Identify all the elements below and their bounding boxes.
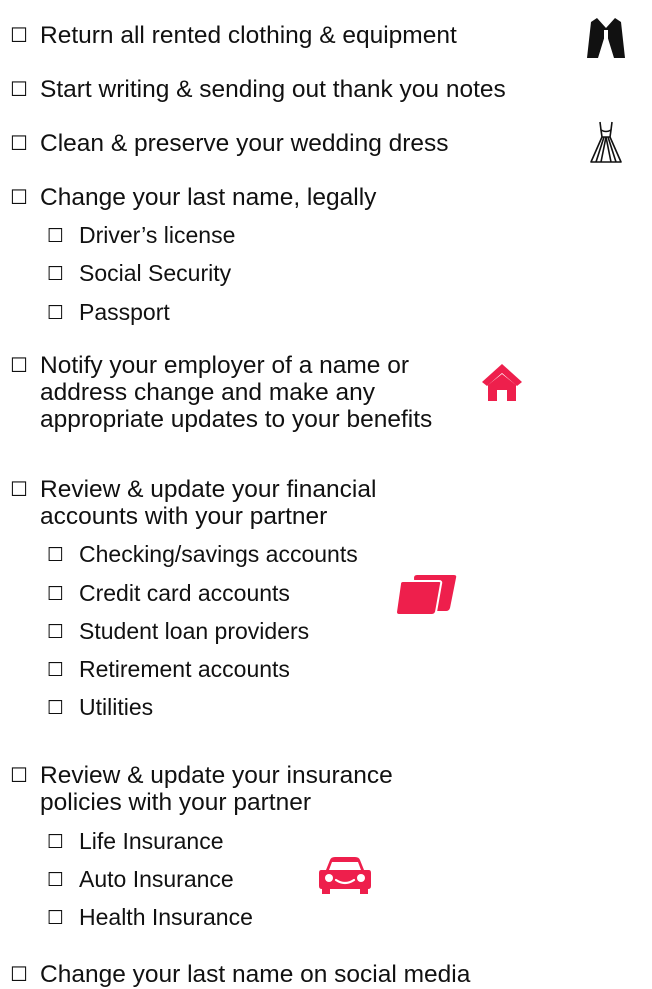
checklist-item-return-rentals[interactable]: ☐ Return all rented clothing & equipment bbox=[10, 22, 457, 50]
sub-item-utilities[interactable]: ☐ Utilities bbox=[47, 694, 153, 722]
sub-item-life-insurance[interactable]: ☐ Life Insurance bbox=[47, 828, 223, 856]
checkbox[interactable]: ☐ bbox=[47, 905, 79, 932]
wedding-dress-icon bbox=[590, 121, 622, 163]
item-label-line-1: Review & update your financial bbox=[40, 476, 377, 503]
sub-item-drivers-license[interactable]: ☐ Driver’s license bbox=[47, 222, 235, 250]
item-label: Change your last name on social media bbox=[40, 961, 471, 988]
item-label: Return all rented clothing & equipment bbox=[40, 22, 457, 49]
checkbox[interactable]: ☐ bbox=[47, 619, 79, 646]
checkbox[interactable]: ☐ bbox=[47, 581, 79, 608]
checkbox[interactable]: ☐ bbox=[10, 185, 40, 212]
checklist-item-thank-you-notes[interactable]: ☐ Start writing & sending out thank you n… bbox=[10, 76, 506, 104]
credit-cards-icon bbox=[396, 575, 457, 616]
sub-item-social-security[interactable]: ☐ Social Security bbox=[47, 260, 231, 288]
checkbox[interactable]: ☐ bbox=[47, 867, 79, 894]
item-label: Life Insurance bbox=[79, 828, 224, 854]
item-label-line-2: accounts with your partner bbox=[40, 503, 328, 530]
sub-item-credit-cards[interactable]: ☐ Credit card accounts bbox=[47, 580, 290, 608]
checkbox[interactable]: ☐ bbox=[47, 261, 79, 288]
checkbox[interactable]: ☐ bbox=[10, 962, 40, 989]
checkbox[interactable]: ☐ bbox=[10, 353, 40, 380]
item-label-line-1: Review & update your insurance bbox=[40, 762, 393, 789]
suit-jacket-icon bbox=[587, 18, 625, 58]
checklist-item-employer-notify[interactable]: ☐ Notify your employer of a name or bbox=[10, 352, 409, 380]
item-label: Health Insurance bbox=[79, 904, 253, 930]
checkbox[interactable]: ☐ bbox=[47, 223, 79, 250]
sub-item-passport[interactable]: ☐ Passport bbox=[47, 299, 170, 327]
checklist-item-wedding-dress[interactable]: ☐ Clean & preserve your wedding dress bbox=[10, 130, 449, 158]
checklist-item-social-media[interactable]: ☐ Change your last name on social media bbox=[10, 961, 470, 989]
house-icon bbox=[482, 364, 522, 401]
item-label-line-2: policies with your partner bbox=[40, 789, 311, 816]
checkbox[interactable]: ☐ bbox=[10, 477, 40, 504]
checkbox[interactable]: ☐ bbox=[47, 542, 79, 569]
item-label: Student loan providers bbox=[79, 618, 310, 644]
sub-item-auto-insurance[interactable]: ☐ Auto Insurance bbox=[47, 866, 234, 894]
item-label: Driver’s license bbox=[79, 222, 236, 248]
checkbox[interactable]: ☐ bbox=[47, 829, 79, 856]
checkbox[interactable]: ☐ bbox=[10, 23, 40, 50]
item-label-line-3: appropriate updates to your benefits bbox=[40, 406, 433, 433]
checkbox[interactable]: ☐ bbox=[47, 300, 79, 327]
checkbox[interactable]: ☐ bbox=[47, 657, 79, 684]
item-label: Change your last name, legally bbox=[40, 184, 377, 211]
item-label: Retirement accounts bbox=[79, 656, 290, 682]
item-label: Clean & preserve your wedding dress bbox=[40, 130, 449, 157]
checklist-item-financial-review[interactable]: ☐ Review & update your financial bbox=[10, 476, 376, 504]
sub-item-health-insurance[interactable]: ☐ Health Insurance bbox=[47, 904, 253, 932]
item-label: Utilities bbox=[79, 694, 154, 720]
sub-item-retirement[interactable]: ☐ Retirement accounts bbox=[47, 656, 290, 684]
item-label-line-2: address change and make any bbox=[40, 379, 376, 406]
car-icon bbox=[319, 857, 371, 894]
checklist-item-name-change[interactable]: ☐ Change your last name, legally bbox=[10, 184, 376, 212]
item-label: Start writing & sending out thank you no… bbox=[40, 76, 506, 103]
item-label: Auto Insurance bbox=[79, 866, 234, 892]
item-label: Checking/savings accounts bbox=[79, 541, 358, 567]
checkbox[interactable]: ☐ bbox=[10, 763, 40, 790]
checklist-item-insurance-review[interactable]: ☐ Review & update your insurance bbox=[10, 762, 393, 790]
checkbox[interactable]: ☐ bbox=[10, 131, 40, 158]
item-label: Social Security bbox=[79, 260, 232, 286]
item-label-line-1: Notify your employer of a name or bbox=[40, 352, 410, 379]
item-label: Credit card accounts bbox=[79, 580, 290, 606]
post-wedding-checklist: ☐ Return all rented clothing & equipment … bbox=[0, 0, 652, 989]
checkbox[interactable]: ☐ bbox=[10, 77, 40, 104]
sub-item-checking-savings[interactable]: ☐ Checking/savings accounts bbox=[47, 541, 358, 569]
checkbox[interactable]: ☐ bbox=[47, 695, 79, 722]
sub-item-student-loans[interactable]: ☐ Student loan providers bbox=[47, 618, 309, 646]
item-label: Passport bbox=[79, 299, 170, 325]
